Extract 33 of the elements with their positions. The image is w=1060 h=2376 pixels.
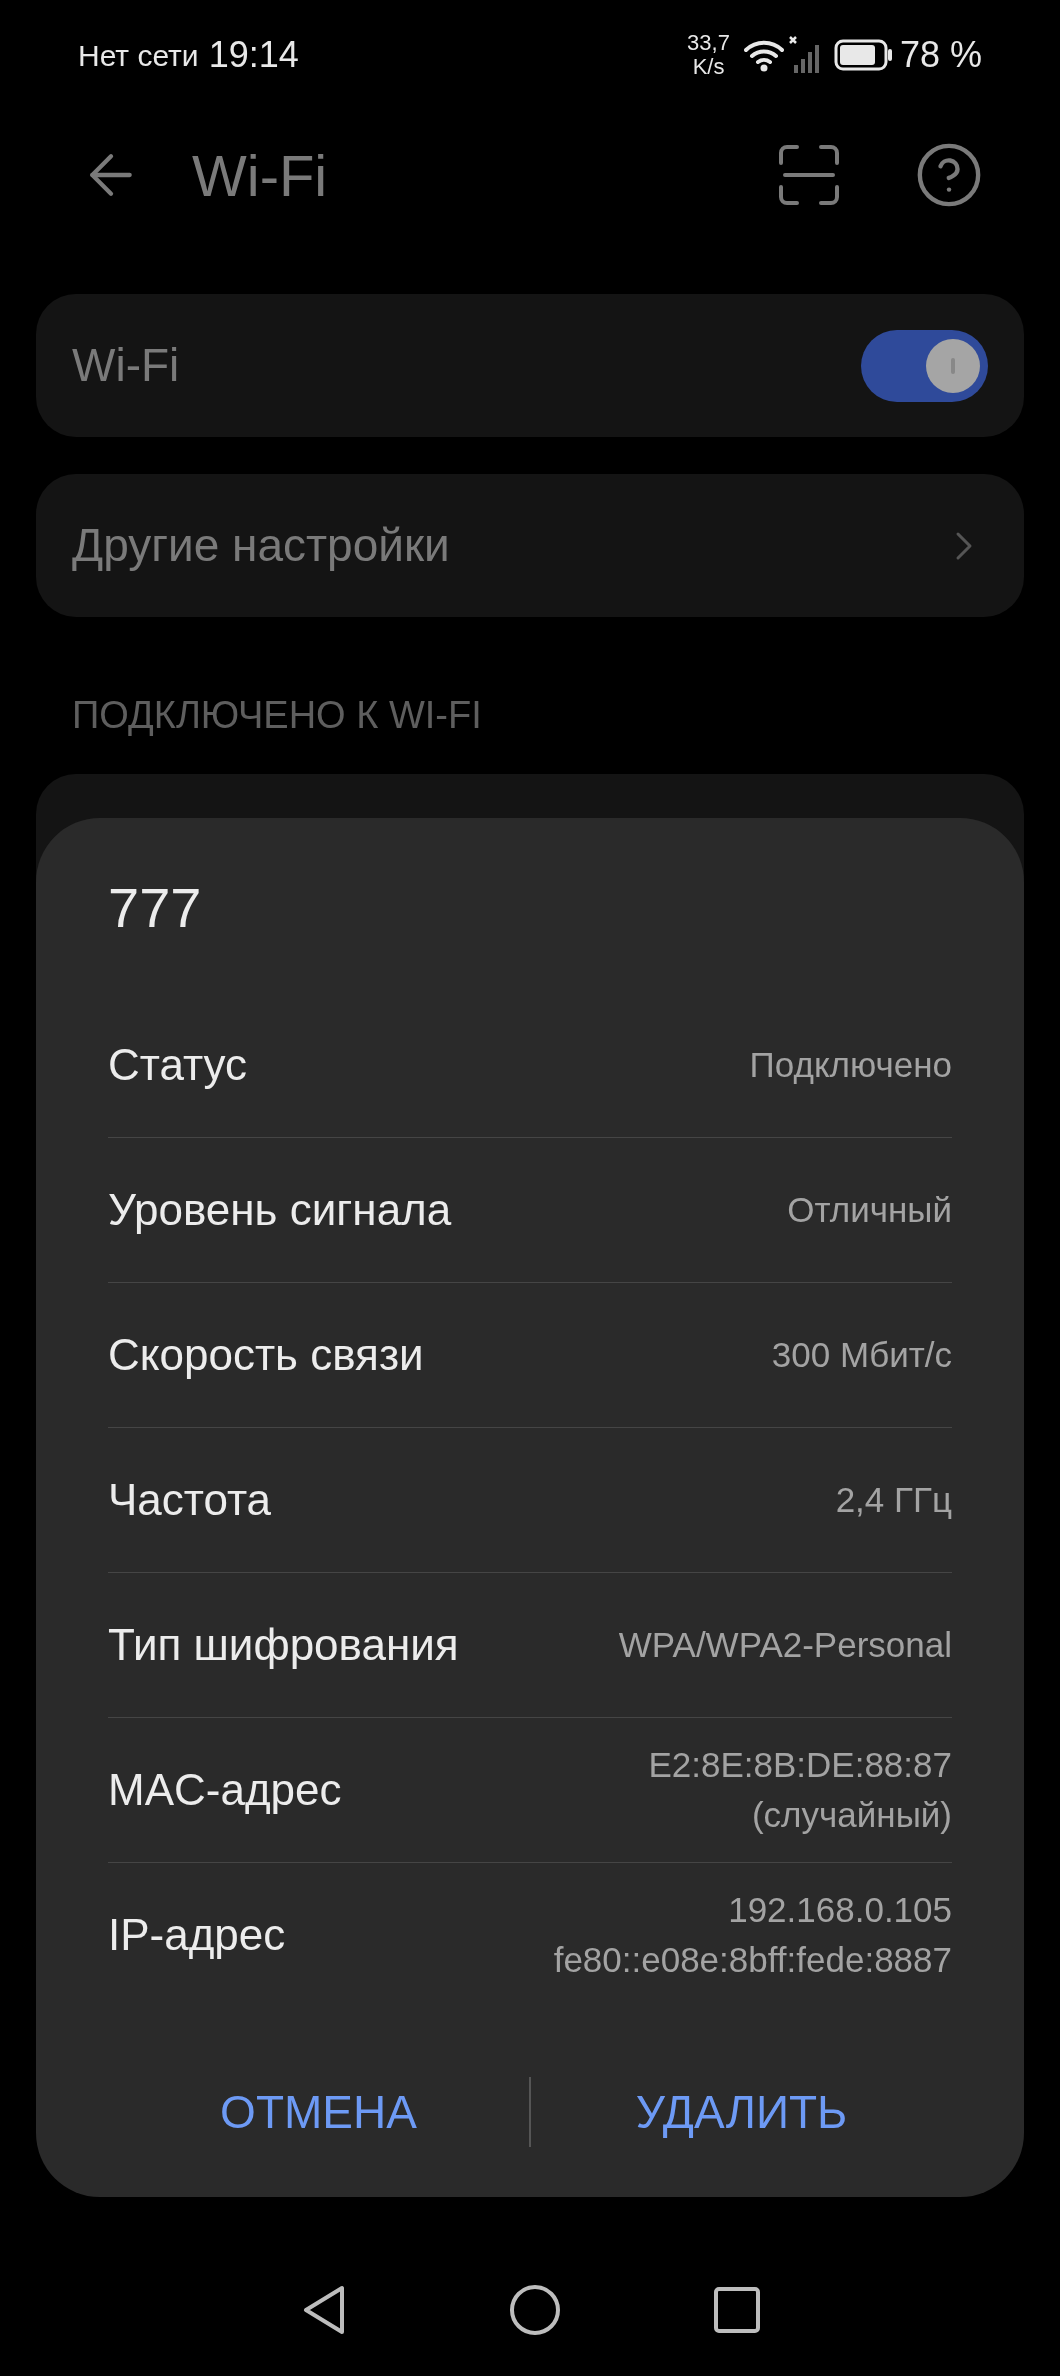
detail-value: E2:8E:8B:DE:88:87 — [648, 1744, 952, 1786]
detail-value: (случайный) — [751, 1794, 952, 1836]
battery-icon — [833, 39, 894, 71]
detail-label: Скорость связи — [108, 1329, 424, 1381]
clock: 19:14 — [208, 33, 299, 77]
dialog-button[interactable]: УДАЛИТЬ — [531, 2057, 952, 2167]
network-status: Нет сети — [78, 37, 199, 74]
detail-value: WPA/WPA2-Personal — [618, 1624, 952, 1666]
dialog-button[interactable]: ОТМЕНА — [108, 2057, 529, 2167]
recents-nav-icon[interactable] — [712, 2285, 762, 2335]
other-settings-item[interactable]: Другие настройки — [36, 474, 1024, 617]
detail-label: Частота — [108, 1474, 272, 1526]
detail-value: Подключено — [749, 1043, 952, 1086]
detail-label: MAC-адрес — [108, 1764, 342, 1816]
network-speed: 33,7 K/s — [687, 31, 730, 79]
home-nav-icon[interactable] — [508, 2283, 562, 2337]
wifi-label: Wi-Fi — [72, 338, 180, 393]
detail-value: fe80::e08e:8bff:fede:8887 — [553, 1939, 952, 1981]
signal-icon — [787, 35, 822, 75]
detail-label: Тип шифрования — [108, 1619, 459, 1671]
detail-value: 192.168.0.105 — [728, 1889, 952, 1931]
detail-label: Уровень сигнала — [108, 1184, 452, 1236]
dialog-title: 777 — [108, 875, 203, 941]
detail-label: Статус — [108, 1038, 248, 1091]
detail-value: 2,4 ГГц — [835, 1479, 952, 1521]
wifi-icon — [743, 38, 784, 72]
detail-value: 300 Мбит/с — [771, 1334, 952, 1376]
page-title: Wi-Fi — [192, 141, 328, 210]
battery-percent: 78 % — [899, 33, 982, 77]
detail-label: IP-адрес — [108, 1909, 286, 1961]
section-header: ПОДКЛЮЧЕНО К WI-FI — [71, 693, 483, 738]
detail-value: Отличный — [787, 1189, 952, 1231]
scan-icon — [777, 143, 841, 207]
